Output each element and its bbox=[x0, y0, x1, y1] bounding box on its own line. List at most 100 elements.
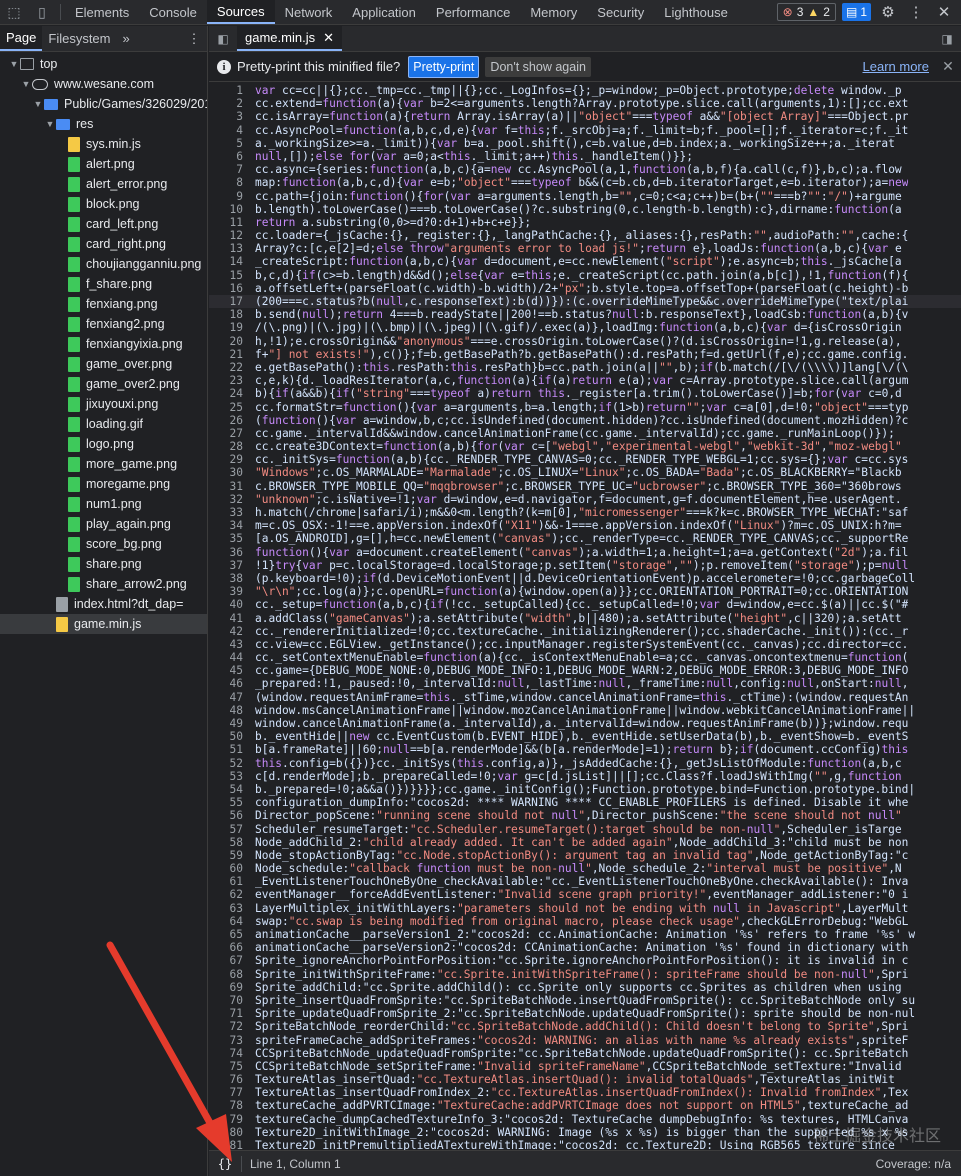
code-line[interactable]: 76 TextureAtlas_insertQuad:"cc.TextureAtl… bbox=[209, 1073, 961, 1086]
line-number[interactable]: 36 bbox=[209, 546, 249, 559]
code-line[interactable]: 56 Director_popScene:"running scene shoul… bbox=[209, 809, 961, 822]
code-line[interactable]: 15 b,c,d){if(c>=b.length)d&&d();else{var … bbox=[209, 269, 961, 282]
line-number[interactable]: 54 bbox=[209, 783, 249, 796]
code-line[interactable]: 29 cc._initSys=function(a,b){cc._RENDER_T… bbox=[209, 453, 961, 466]
code-line[interactable]: 34 m=c.OS_OSX:-1!==e.appVersion.indexOf("… bbox=[209, 519, 961, 532]
line-number[interactable]: 56 bbox=[209, 809, 249, 822]
code-line[interactable]: 9 cc.path={join:function(){for(var a=argu… bbox=[209, 190, 961, 203]
tree-item-res[interactable]: ▼ res bbox=[0, 114, 207, 134]
line-number[interactable]: 77 bbox=[209, 1086, 249, 1099]
tab-performance[interactable]: Performance bbox=[426, 0, 520, 24]
code-line[interactable]: 14 _createScript:function(a,b,c){var d=do… bbox=[209, 255, 961, 268]
line-number[interactable]: 65 bbox=[209, 928, 249, 941]
code-line[interactable]: 55 configuration_dumpInfo:"cocos2d: **** … bbox=[209, 796, 961, 809]
line-number[interactable]: 49 bbox=[209, 717, 249, 730]
line-number[interactable]: 35 bbox=[209, 532, 249, 545]
tree-item-file[interactable]: score_bg.png bbox=[0, 534, 207, 554]
code-line[interactable]: 23 c,e,k){d._loadResIterator(a,c,function… bbox=[209, 374, 961, 387]
line-number[interactable]: 7 bbox=[209, 163, 249, 176]
tree-item-file[interactable]: fenxiang.png bbox=[0, 294, 207, 314]
code-line[interactable]: 19 /(\.png)|(\.jpg)|(\.bmp)|(\.jpeg)|(\.g… bbox=[209, 321, 961, 334]
code-line[interactable]: 59 Node_stopActionByTag:"cc.Node.stopActi… bbox=[209, 849, 961, 862]
line-number[interactable]: 64 bbox=[209, 915, 249, 928]
code-line[interactable]: 18 b.send(null);return 4===b.readyState||… bbox=[209, 308, 961, 321]
line-number[interactable]: 81 bbox=[209, 1139, 249, 1150]
code-line[interactable]: 26 (function(){var a=window,b,c;cc.isUnde… bbox=[209, 414, 961, 427]
code-line[interactable]: 28 cc.create3DContext=function(a,b){for(v… bbox=[209, 440, 961, 453]
code-line[interactable]: 4 cc.AsyncPool=function(a,b,c,d,e){var f=… bbox=[209, 124, 961, 137]
tree-item-domain[interactable]: ▼ www.wesane.com bbox=[0, 74, 207, 94]
device-toolbar-icon[interactable]: ▯ bbox=[28, 0, 56, 24]
tree-item-file[interactable]: alert.png bbox=[0, 154, 207, 174]
tree-item-file[interactable]: card_left.png bbox=[0, 214, 207, 234]
code-line[interactable]: 69 Sprite_addChild:"cc.Sprite.addChild():… bbox=[209, 981, 961, 994]
code-line[interactable]: 53 c[d.renderMode];b._prepareCalled=!0;va… bbox=[209, 770, 961, 783]
tree-item-file[interactable]: share_arrow2.png bbox=[0, 574, 207, 594]
code-line[interactable]: 62 eventManager__forceAddEventListener:"I… bbox=[209, 888, 961, 901]
line-number[interactable]: 50 bbox=[209, 730, 249, 743]
code-line[interactable]: 35 [a.OS_ANDROID],g=[],h=cc.newElement("c… bbox=[209, 532, 961, 545]
tree-item-file[interactable]: sys.min.js bbox=[0, 134, 207, 154]
line-number[interactable]: 73 bbox=[209, 1034, 249, 1047]
tree-item-file[interactable]: moregame.png bbox=[0, 474, 207, 494]
line-number[interactable]: 37 bbox=[209, 559, 249, 572]
code-line[interactable]: 5 a._workingSize>=a._limit)){var b=a._poo… bbox=[209, 137, 961, 150]
line-number[interactable]: 45 bbox=[209, 664, 249, 677]
tree-item-file[interactable]: choujiangganniu.png bbox=[0, 254, 207, 274]
tree-item-file[interactable]: jixuyouxi.png bbox=[0, 394, 207, 414]
tree-item-file[interactable]: alert_error.png bbox=[0, 174, 207, 194]
code-line[interactable]: 65 animationCache__parseVersion1_2:"cocos… bbox=[209, 928, 961, 941]
line-number[interactable]: 24 bbox=[209, 387, 249, 400]
line-number[interactable]: 76 bbox=[209, 1073, 249, 1086]
line-number[interactable]: 70 bbox=[209, 994, 249, 1007]
line-number[interactable]: 6 bbox=[209, 150, 249, 163]
line-number[interactable]: 26 bbox=[209, 414, 249, 427]
line-number[interactable]: 9 bbox=[209, 190, 249, 203]
line-number[interactable]: 21 bbox=[209, 348, 249, 361]
issues-counter[interactable]: ⊗ 3 ▲ 2 bbox=[776, 3, 836, 21]
line-number[interactable]: 51 bbox=[209, 743, 249, 756]
tree-item-file[interactable]: block.png bbox=[0, 194, 207, 214]
line-number[interactable]: 40 bbox=[209, 598, 249, 611]
pretty-print-button[interactable]: Pretty-print bbox=[408, 55, 480, 78]
code-line[interactable]: 6 null,[]);else for(var a=0;a<this._limit… bbox=[209, 150, 961, 163]
line-number[interactable]: 13 bbox=[209, 242, 249, 255]
line-number[interactable]: 42 bbox=[209, 625, 249, 638]
code-line[interactable]: 44 cc._setContextMenuEnable=function(a){c… bbox=[209, 651, 961, 664]
tab-elements[interactable]: Elements bbox=[65, 0, 139, 24]
line-number[interactable]: 29 bbox=[209, 453, 249, 466]
line-number[interactable]: 30 bbox=[209, 466, 249, 479]
line-number[interactable]: 78 bbox=[209, 1099, 249, 1112]
code-line[interactable]: 16 a.offsetLeft+(parseFloat(c.width)-b.wi… bbox=[209, 282, 961, 295]
line-number[interactable]: 53 bbox=[209, 770, 249, 783]
line-number[interactable]: 12 bbox=[209, 229, 249, 242]
code-line[interactable]: 17 (200===c.status?b(null,c.responseText)… bbox=[209, 295, 961, 309]
line-number[interactable]: 15 bbox=[209, 269, 249, 282]
code-line[interactable]: 33 h.match(/chrome|safari/i);m&&0<m.lengt… bbox=[209, 506, 961, 519]
line-number[interactable]: 66 bbox=[209, 941, 249, 954]
tab-sources[interactable]: Sources bbox=[206, 0, 275, 24]
tree-item-file[interactable]: num1.png bbox=[0, 494, 207, 514]
code-line[interactable]: 7 cc.async={series:function(a,b,c){a=new … bbox=[209, 163, 961, 176]
line-number[interactable]: 10 bbox=[209, 203, 249, 216]
code-line[interactable]: 67 Sprite_ignoreAnchorPointForPosition:"c… bbox=[209, 954, 961, 967]
line-number[interactable]: 41 bbox=[209, 612, 249, 625]
learn-more-link[interactable]: Learn more bbox=[863, 59, 929, 74]
code-line[interactable]: 58 Node_addChild_2:"child already added. … bbox=[209, 836, 961, 849]
code-line[interactable]: 71 Sprite_updateQuadFromSprite_2:"cc.Spri… bbox=[209, 1007, 961, 1020]
code-line[interactable]: 20 h,!1);e.crossOrigin&&"anonymous"===e.c… bbox=[209, 335, 961, 348]
tab-security[interactable]: Security bbox=[587, 0, 654, 24]
line-number[interactable]: 23 bbox=[209, 374, 249, 387]
tab-application[interactable]: Application bbox=[342, 0, 426, 24]
code-line[interactable]: 21 f+"] not exists!"),c()};f=b.getBasePat… bbox=[209, 348, 961, 361]
code-line[interactable]: 43 cc.view=cc.EGLView._getInstance();cc.i… bbox=[209, 638, 961, 651]
tab-memory[interactable]: Memory bbox=[520, 0, 587, 24]
tab-lighthouse[interactable]: Lighthouse bbox=[654, 0, 738, 24]
line-number[interactable]: 16 bbox=[209, 282, 249, 295]
line-number[interactable]: 18 bbox=[209, 308, 249, 321]
code-line[interactable]: 25 cc.formatStr=function(){var a=argument… bbox=[209, 401, 961, 414]
navigator-menu-icon[interactable]: ⋮ bbox=[181, 26, 207, 51]
line-number[interactable]: 80 bbox=[209, 1126, 249, 1139]
code-line[interactable]: 60 Node_schedule:"callback function must … bbox=[209, 862, 961, 875]
code-line[interactable]: 37 !1}try{var p=c.localStorage=d.localSto… bbox=[209, 559, 961, 572]
